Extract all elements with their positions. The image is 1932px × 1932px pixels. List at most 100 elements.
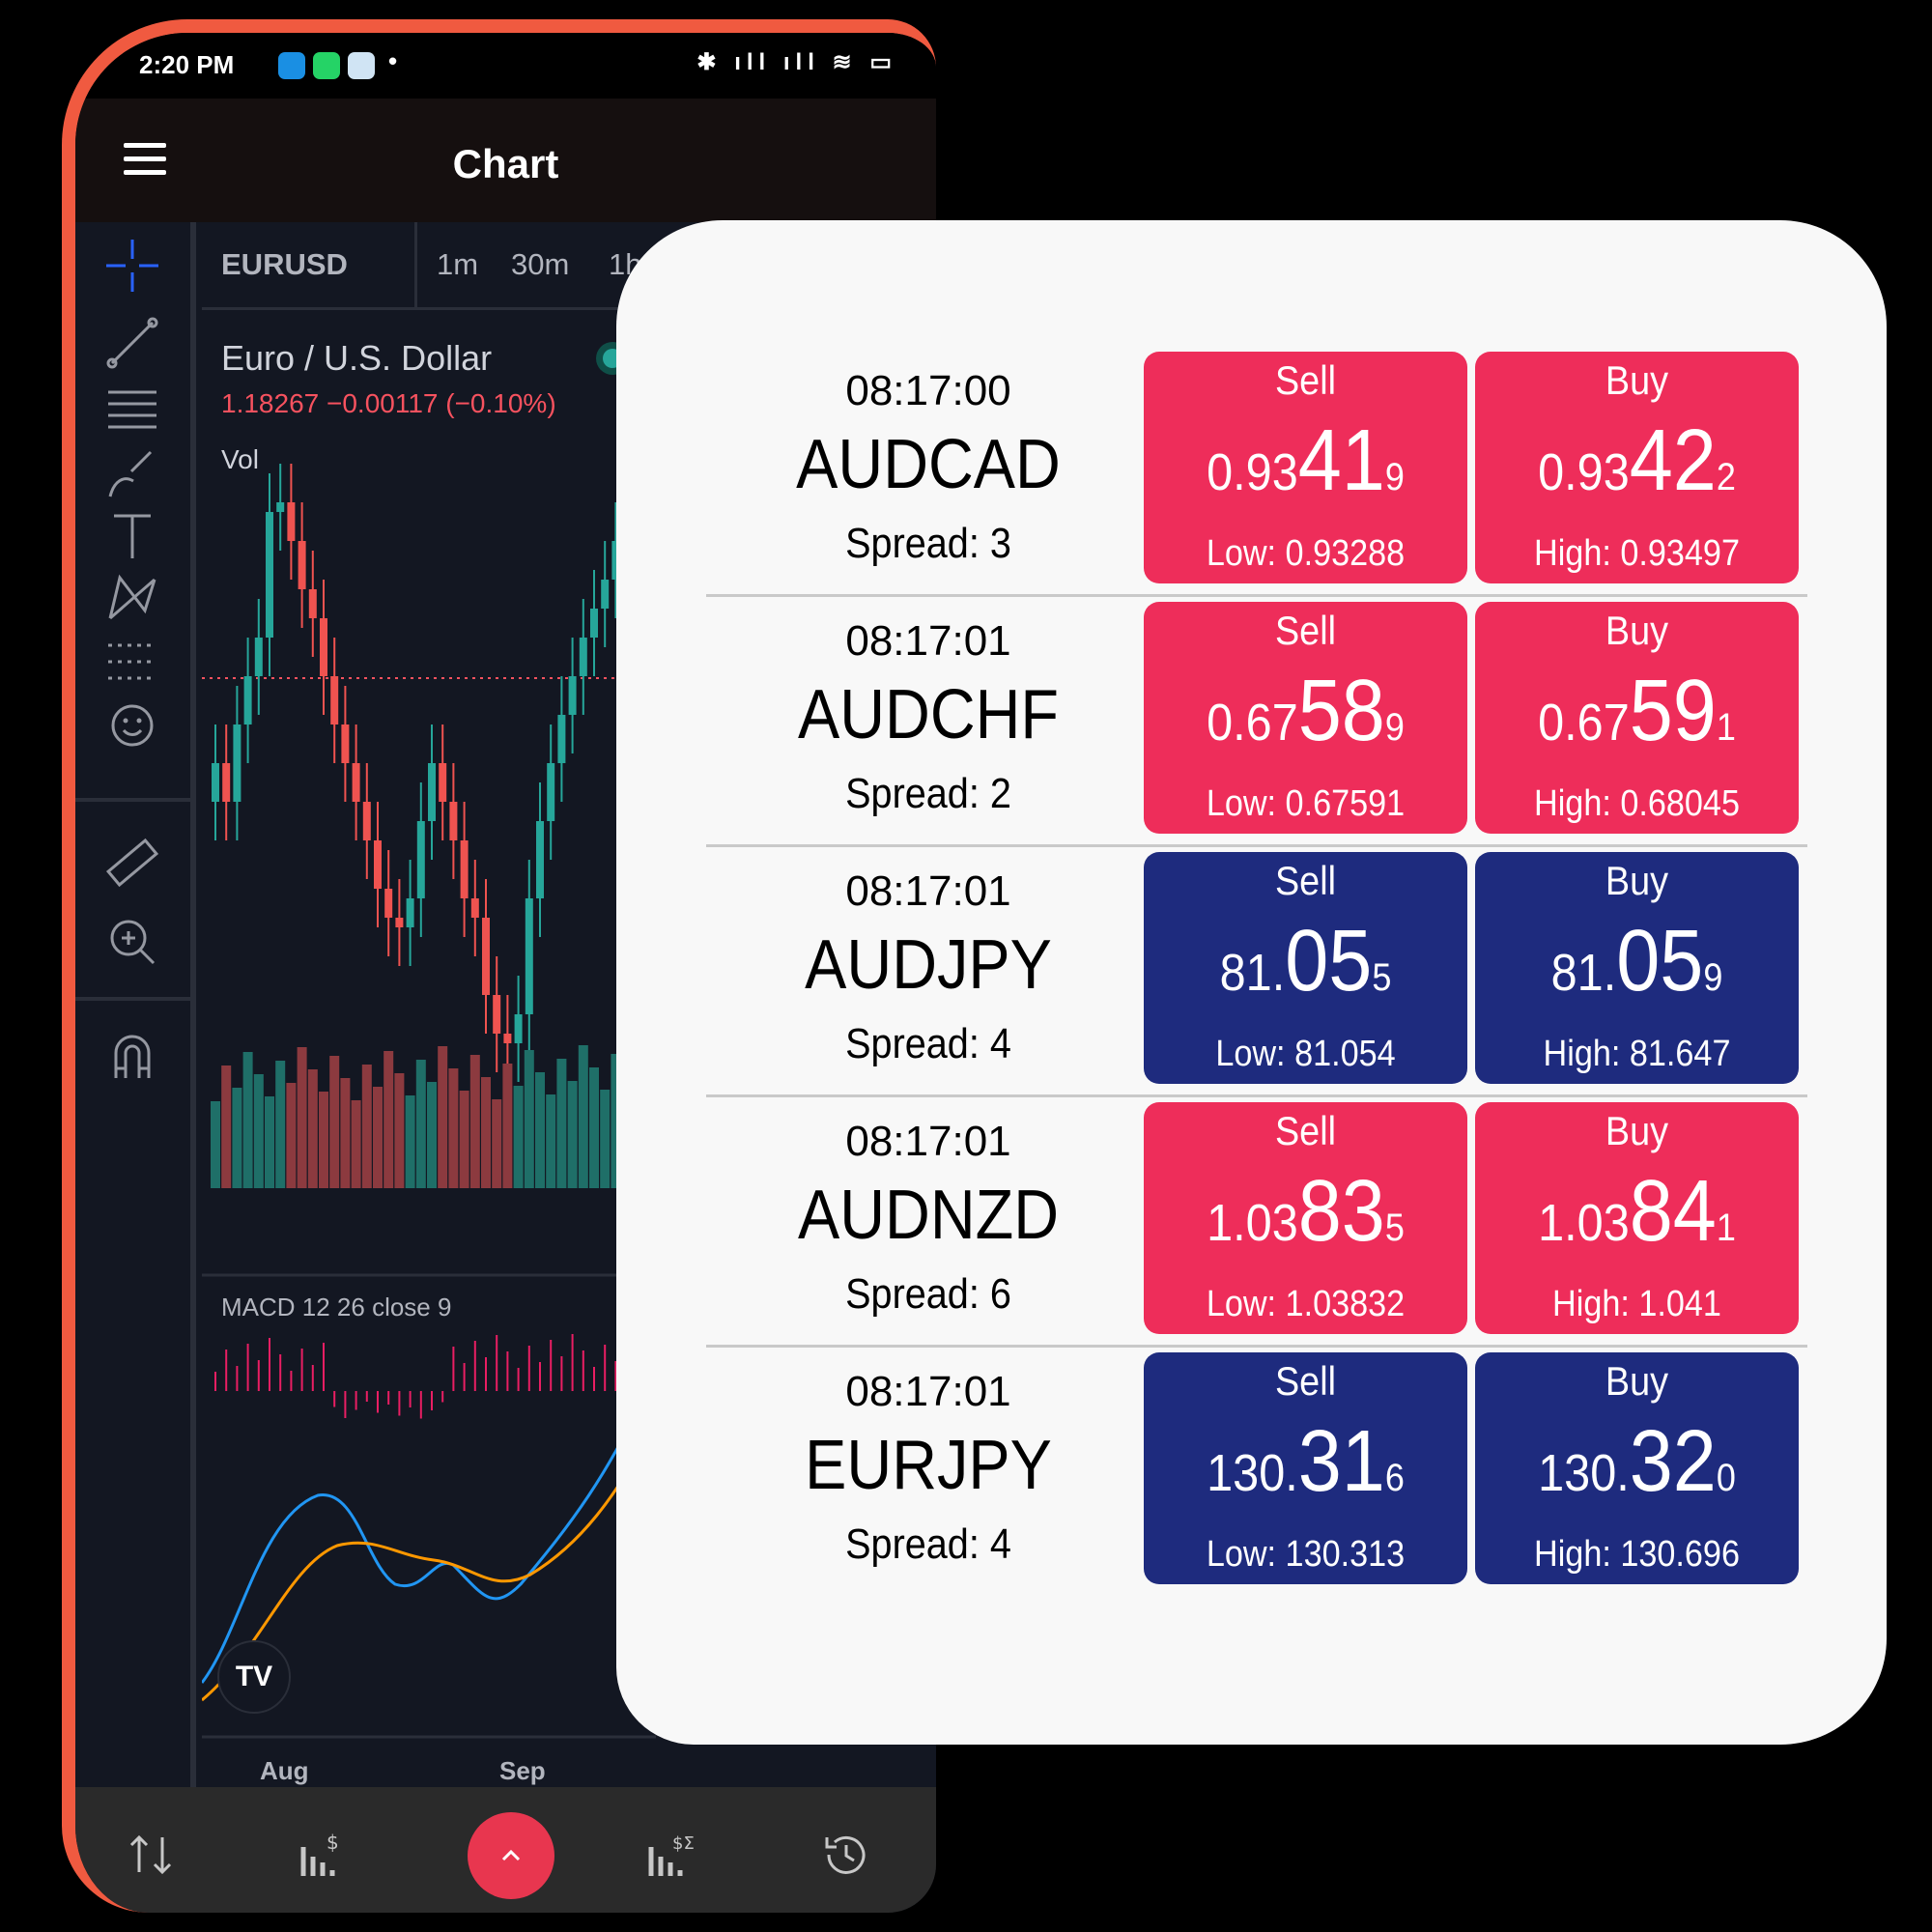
volume-bar (340, 1078, 351, 1188)
quote-time: 08:17:01 (845, 867, 1011, 915)
crosshair-icon[interactable] (102, 236, 162, 296)
candle-body (568, 676, 577, 715)
pattern-icon[interactable] (102, 568, 162, 628)
sell-price: 130.316 (1160, 1412, 1452, 1512)
buy-price: 0.93422 (1492, 412, 1783, 511)
bottom-nav: $ $Σ (75, 1787, 936, 1913)
sell-label: Sell (1274, 608, 1337, 653)
skype-icon (278, 52, 305, 79)
candle-body (254, 638, 263, 676)
quote-row[interactable]: 08:17:01 AUDNZD Spread: 6 Sell 1.03835 L… (706, 1096, 1817, 1344)
volume-bar (307, 1069, 318, 1188)
sell-button[interactable]: Sell 0.67589 Low: 0.67591 (1144, 602, 1467, 834)
text-icon[interactable] (102, 506, 162, 566)
volume-bar (438, 1046, 448, 1188)
bars-sum-icon[interactable]: $Σ (645, 1828, 699, 1892)
sell-low: Low: 130.313 (1206, 1534, 1406, 1575)
price-pip: 5 (1372, 956, 1392, 999)
buy-price: 81.059 (1492, 912, 1783, 1011)
quote-row[interactable]: 08:17:00 AUDCAD Spread: 3 Sell 0.93419 L… (706, 346, 1817, 593)
sell-button[interactable]: Sell 1.03835 Low: 1.03832 (1144, 1102, 1467, 1334)
buy-button[interactable]: Buy 0.93422 High: 0.93497 (1475, 352, 1799, 583)
quote-row[interactable]: 08:17:01 EURJPY Spread: 4 Sell 130.316 L… (706, 1347, 1817, 1594)
buy-price: 0.67591 (1492, 662, 1783, 761)
sell-price: 0.67589 (1160, 662, 1452, 761)
volume-bar (459, 1091, 469, 1188)
toolbar-divider (75, 997, 196, 1001)
price-pip: 2 (1716, 456, 1736, 498)
buy-button[interactable]: Buy 0.67591 High: 0.68045 (1475, 602, 1799, 834)
price-prefix: 0.93 (1538, 443, 1630, 501)
zoom-in-icon[interactable] (102, 912, 162, 972)
volume-bar (513, 1086, 524, 1188)
sell-price: 1.03835 (1160, 1162, 1452, 1262)
quotes-card: 08:17:00 AUDCAD Spread: 3 Sell 0.93419 L… (616, 220, 1887, 1745)
bars-dollar-icon[interactable]: $ (298, 1828, 352, 1892)
sell-button[interactable]: Sell 81.055 Low: 81.054 (1144, 852, 1467, 1084)
buy-price: 1.03841 (1492, 1162, 1783, 1262)
sell-price: 81.055 (1160, 912, 1452, 1011)
price-big: 05 (1285, 913, 1373, 1009)
volume-bar (600, 1090, 611, 1188)
candle-body (449, 802, 458, 840)
status-bar: 2:20 PM • ✱ ıll ıll ≋ ▭ (75, 33, 936, 99)
price-pip: 9 (1703, 956, 1723, 999)
volume-bar (578, 1045, 588, 1188)
chevron-up-icon[interactable] (468, 1812, 554, 1899)
quote-pair: AUDCHF (798, 676, 1059, 753)
candle-body (362, 802, 371, 840)
quote-pair: AUDCAD (796, 426, 1061, 503)
price-big: 58 (1297, 663, 1385, 759)
brush-icon[interactable] (102, 444, 162, 504)
volume-bar (502, 1064, 513, 1188)
tradingview-logo[interactable]: TV (217, 1640, 291, 1714)
candle-body (547, 763, 555, 821)
volume-bar (211, 1101, 220, 1188)
prediction-icon[interactable] (102, 632, 162, 692)
buy-label: Buy (1605, 1358, 1669, 1404)
quote-row[interactable]: 08:17:01 AUDJPY Spread: 4 Sell 81.055 Lo… (706, 846, 1817, 1094)
volume-bar (448, 1068, 459, 1188)
quote-row[interactable]: 08:17:01 AUDCHF Spread: 2 Sell 0.67589 L… (706, 596, 1817, 843)
fib-icon[interactable] (102, 381, 162, 440)
price-pip: 1 (1716, 706, 1736, 749)
trendline-icon[interactable] (102, 313, 162, 373)
sell-button[interactable]: Sell 130.316 Low: 130.313 (1144, 1352, 1467, 1584)
price-prefix: 130. (1207, 1444, 1298, 1502)
swap-icon[interactable] (124, 1828, 178, 1892)
volume-bar (351, 1100, 361, 1188)
volume-bar (535, 1072, 545, 1188)
volume-bar (275, 1061, 286, 1188)
candle-body (470, 898, 479, 918)
quote-info: 08:17:00 AUDCAD Spread: 3 (706, 346, 1151, 593)
price-prefix: 130. (1538, 1444, 1630, 1502)
candle-body (579, 638, 587, 676)
history-icon[interactable] (819, 1828, 873, 1892)
buy-high: High: 130.696 (1534, 1534, 1740, 1575)
candle-body (416, 821, 425, 898)
candle-body (233, 724, 242, 802)
price-prefix: 0.67 (1538, 694, 1630, 752)
buy-button[interactable]: Buy 81.059 High: 81.647 (1475, 852, 1799, 1084)
volume-bar (492, 1099, 502, 1188)
ruler-icon[interactable] (102, 833, 162, 893)
candle-body (384, 889, 393, 918)
candle-body (276, 502, 285, 512)
svg-text:$Σ: $Σ (672, 1833, 695, 1854)
quote-spread: Spread: 3 (845, 520, 1011, 567)
candle-body (243, 676, 252, 724)
candle-body (330, 676, 339, 724)
volume-label: Vol (221, 444, 259, 474)
sell-button[interactable]: Sell 0.93419 Low: 0.93288 (1144, 352, 1467, 583)
sell-low: Low: 0.67591 (1206, 783, 1406, 824)
volume-bar (567, 1081, 578, 1188)
buy-button[interactable]: Buy 130.320 High: 130.696 (1475, 1352, 1799, 1584)
magnet-icon[interactable] (102, 1026, 162, 1086)
emoji-icon[interactable] (102, 696, 162, 755)
volume-bar (524, 1050, 534, 1188)
buy-button[interactable]: Buy 1.03841 High: 1.041 (1475, 1102, 1799, 1334)
price-pip: 5 (1384, 1207, 1405, 1249)
price-prefix: 0.93 (1207, 443, 1298, 501)
quote-info: 08:17:01 EURJPY Spread: 4 (706, 1347, 1151, 1594)
status-time: 2:20 PM (139, 50, 235, 79)
